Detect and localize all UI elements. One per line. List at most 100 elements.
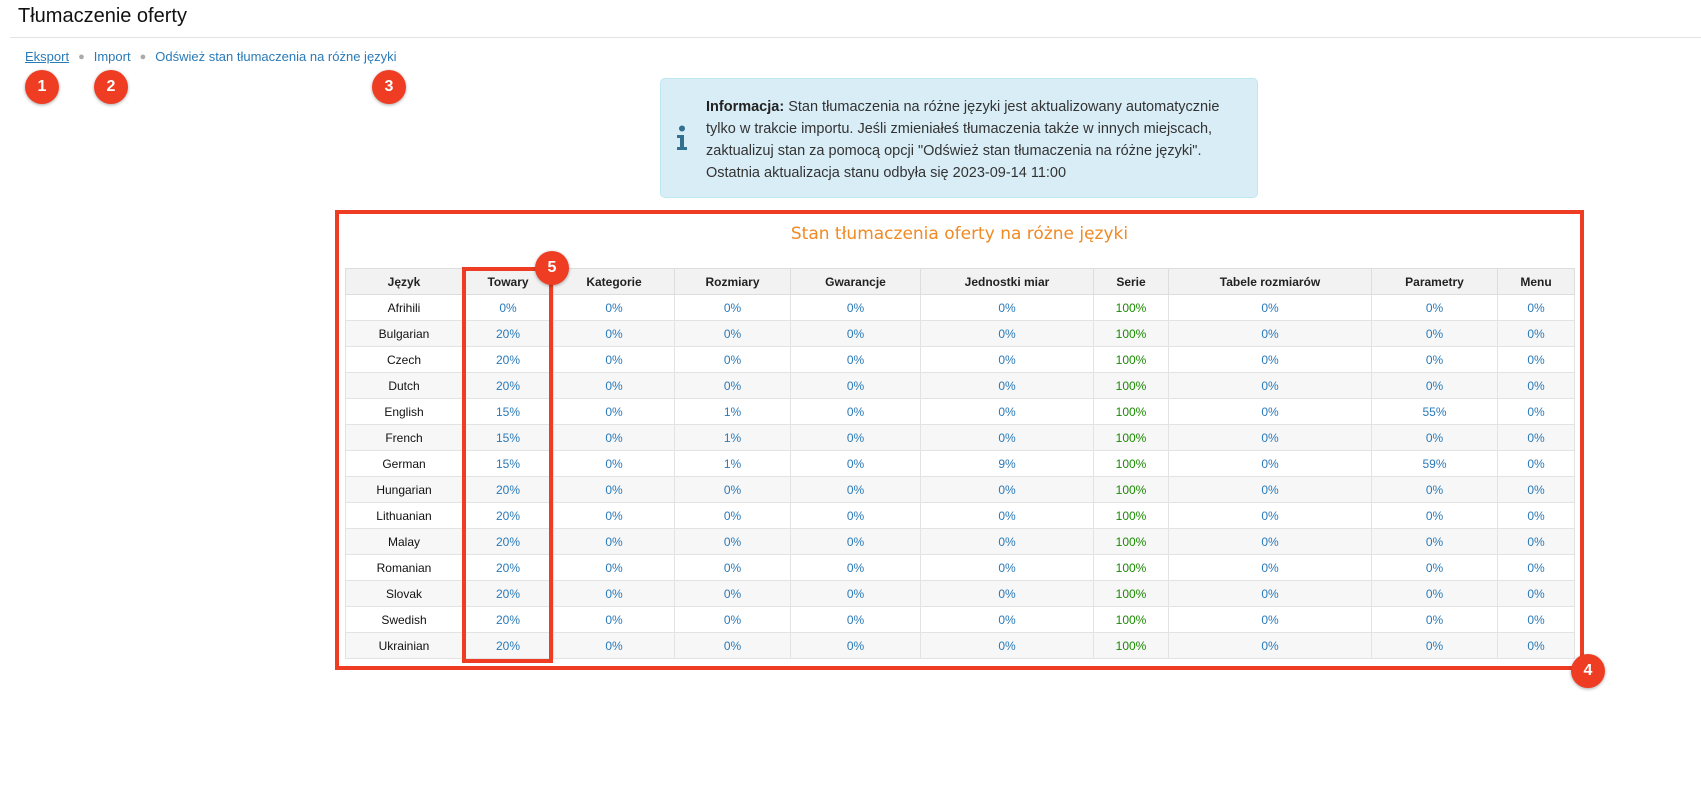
cell-warranties[interactable]: 0%: [790, 580, 921, 607]
cell-warranties[interactable]: 0%: [790, 398, 921, 425]
cell-menu[interactable]: 0%: [1497, 580, 1575, 607]
cell-categories[interactable]: 0%: [553, 372, 675, 399]
cell-units[interactable]: 0%: [920, 320, 1094, 347]
cell-warranties[interactable]: 0%: [790, 346, 921, 373]
cell-categories[interactable]: 0%: [553, 580, 675, 607]
cell-categories[interactable]: 0%: [553, 476, 675, 503]
cell-size-tables[interactable]: 0%: [1168, 528, 1372, 555]
cell-units[interactable]: 0%: [920, 528, 1094, 555]
cell-categories[interactable]: 0%: [553, 450, 675, 477]
cell-parameters[interactable]: 0%: [1371, 580, 1498, 607]
cell-series[interactable]: 100%: [1093, 606, 1169, 633]
cell-categories[interactable]: 0%: [553, 528, 675, 555]
cell-sizes[interactable]: 0%: [674, 580, 791, 607]
cell-size-tables[interactable]: 0%: [1168, 476, 1372, 503]
cell-categories[interactable]: 0%: [553, 502, 675, 529]
cell-warranties[interactable]: 0%: [790, 372, 921, 399]
cell-parameters[interactable]: 0%: [1371, 346, 1498, 373]
cell-menu[interactable]: 0%: [1497, 372, 1575, 399]
cell-units[interactable]: 0%: [920, 580, 1094, 607]
cell-parameters[interactable]: 0%: [1371, 320, 1498, 347]
cell-sizes[interactable]: 0%: [674, 372, 791, 399]
cell-size-tables[interactable]: 0%: [1168, 372, 1372, 399]
cell-series[interactable]: 100%: [1093, 476, 1169, 503]
cell-parameters[interactable]: 55%: [1371, 398, 1498, 425]
export-link[interactable]: Eksport: [25, 49, 69, 64]
cell-warranties[interactable]: 0%: [790, 294, 921, 321]
cell-menu[interactable]: 0%: [1497, 398, 1575, 425]
cell-size-tables[interactable]: 0%: [1168, 346, 1372, 373]
cell-units[interactable]: 0%: [920, 424, 1094, 451]
cell-series[interactable]: 100%: [1093, 372, 1169, 399]
cell-categories[interactable]: 0%: [553, 398, 675, 425]
cell-sizes[interactable]: 0%: [674, 632, 791, 659]
cell-series[interactable]: 100%: [1093, 554, 1169, 581]
cell-warranties[interactable]: 0%: [790, 606, 921, 633]
cell-units[interactable]: 0%: [920, 476, 1094, 503]
cell-categories[interactable]: 0%: [553, 632, 675, 659]
cell-menu[interactable]: 0%: [1497, 476, 1575, 503]
cell-parameters[interactable]: 0%: [1371, 424, 1498, 451]
cell-parameters[interactable]: 0%: [1371, 528, 1498, 555]
cell-size-tables[interactable]: 0%: [1168, 450, 1372, 477]
cell-series[interactable]: 100%: [1093, 528, 1169, 555]
cell-parameters[interactable]: 59%: [1371, 450, 1498, 477]
cell-menu[interactable]: 0%: [1497, 346, 1575, 373]
refresh-translation-link[interactable]: Odśwież stan tłumaczenia na różne języki: [155, 49, 396, 64]
cell-warranties[interactable]: 0%: [790, 476, 921, 503]
cell-parameters[interactable]: 0%: [1371, 372, 1498, 399]
cell-units[interactable]: 0%: [920, 398, 1094, 425]
cell-units[interactable]: 0%: [920, 606, 1094, 633]
cell-size-tables[interactable]: 0%: [1168, 554, 1372, 581]
cell-size-tables[interactable]: 0%: [1168, 294, 1372, 321]
cell-sizes[interactable]: 0%: [674, 476, 791, 503]
cell-warranties[interactable]: 0%: [790, 554, 921, 581]
cell-size-tables[interactable]: 0%: [1168, 398, 1372, 425]
cell-categories[interactable]: 0%: [553, 606, 675, 633]
cell-series[interactable]: 100%: [1093, 580, 1169, 607]
cell-size-tables[interactable]: 0%: [1168, 502, 1372, 529]
cell-warranties[interactable]: 0%: [790, 450, 921, 477]
cell-units[interactable]: 0%: [920, 502, 1094, 529]
cell-series[interactable]: 100%: [1093, 502, 1169, 529]
cell-parameters[interactable]: 0%: [1371, 554, 1498, 581]
cell-warranties[interactable]: 0%: [790, 320, 921, 347]
cell-menu[interactable]: 0%: [1497, 450, 1575, 477]
cell-menu[interactable]: 0%: [1497, 502, 1575, 529]
cell-series[interactable]: 100%: [1093, 294, 1169, 321]
cell-menu[interactable]: 0%: [1497, 528, 1575, 555]
cell-categories[interactable]: 0%: [553, 320, 675, 347]
cell-categories[interactable]: 0%: [553, 554, 675, 581]
cell-series[interactable]: 100%: [1093, 424, 1169, 451]
cell-sizes[interactable]: 0%: [674, 502, 791, 529]
cell-sizes[interactable]: 0%: [674, 294, 791, 321]
cell-sizes[interactable]: 0%: [674, 346, 791, 373]
cell-warranties[interactable]: 0%: [790, 502, 921, 529]
cell-parameters[interactable]: 0%: [1371, 502, 1498, 529]
cell-series[interactable]: 100%: [1093, 346, 1169, 373]
cell-menu[interactable]: 0%: [1497, 424, 1575, 451]
cell-parameters[interactable]: 0%: [1371, 476, 1498, 503]
cell-sizes[interactable]: 0%: [674, 528, 791, 555]
cell-series[interactable]: 100%: [1093, 450, 1169, 477]
cell-sizes[interactable]: 1%: [674, 424, 791, 451]
cell-parameters[interactable]: 0%: [1371, 294, 1498, 321]
cell-warranties[interactable]: 0%: [790, 528, 921, 555]
cell-warranties[interactable]: 0%: [790, 632, 921, 659]
cell-units[interactable]: 0%: [920, 294, 1094, 321]
cell-units[interactable]: 0%: [920, 632, 1094, 659]
cell-sizes[interactable]: 1%: [674, 398, 791, 425]
cell-parameters[interactable]: 0%: [1371, 632, 1498, 659]
cell-menu[interactable]: 0%: [1497, 554, 1575, 581]
cell-series[interactable]: 100%: [1093, 398, 1169, 425]
cell-menu[interactable]: 0%: [1497, 632, 1575, 659]
cell-units[interactable]: 0%: [920, 372, 1094, 399]
import-link[interactable]: Import: [94, 49, 131, 64]
cell-units[interactable]: 0%: [920, 346, 1094, 373]
cell-sizes[interactable]: 0%: [674, 554, 791, 581]
cell-sizes[interactable]: 0%: [674, 320, 791, 347]
cell-menu[interactable]: 0%: [1497, 606, 1575, 633]
cell-categories[interactable]: 0%: [553, 424, 675, 451]
cell-menu[interactable]: 0%: [1497, 294, 1575, 321]
cell-size-tables[interactable]: 0%: [1168, 320, 1372, 347]
